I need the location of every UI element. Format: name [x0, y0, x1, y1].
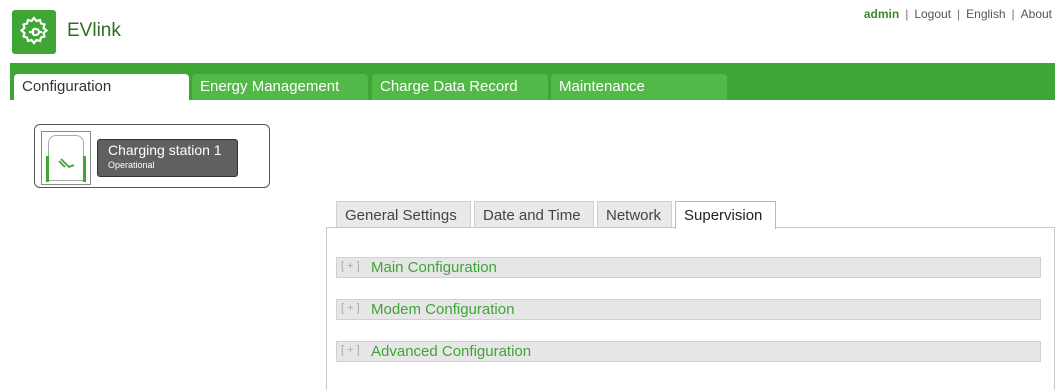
station-status: Operational [108, 160, 155, 170]
tab-general-settings[interactable]: General Settings [336, 201, 471, 228]
separator: | [905, 7, 909, 21]
top-links: admin | Logout | English | About [864, 7, 1052, 21]
evlink-logo [12, 10, 56, 54]
charging-station-icon [41, 131, 91, 185]
tab-charge-data-record[interactable]: Charge Data Record [372, 74, 548, 100]
section-title[interactable]: Modem Configuration [371, 301, 514, 318]
section-advanced-configuration[interactable]: [ + ] Advanced Configuration [336, 341, 1041, 362]
tab-supervision[interactable]: Supervision [675, 201, 776, 229]
gear-plug-icon [19, 16, 49, 45]
section-title[interactable]: Main Configuration [371, 259, 497, 276]
tab-configuration[interactable]: Configuration [14, 74, 189, 100]
tab-date-and-time[interactable]: Date and Time [474, 201, 594, 228]
tab-maintenance[interactable]: Maintenance [551, 74, 727, 100]
expand-icon[interactable]: [ + ] [341, 260, 360, 272]
logout-link[interactable]: Logout [914, 7, 951, 21]
station-name: Charging station 1 [108, 142, 222, 158]
section-main-configuration[interactable]: [ + ] Main Configuration [336, 257, 1041, 278]
current-user: admin [863, 7, 900, 21]
station-card[interactable]: Charging station 1 Operational [34, 124, 270, 188]
about-link[interactable]: About [1021, 7, 1052, 21]
language-link[interactable]: English [966, 7, 1005, 21]
tab-energy-management[interactable]: Energy Management [192, 74, 368, 100]
section-title[interactable]: Advanced Configuration [371, 343, 531, 360]
separator: | [957, 7, 961, 21]
separator: | [1011, 7, 1015, 21]
expand-icon[interactable]: [ + ] [341, 344, 360, 356]
expand-icon[interactable]: [ + ] [341, 302, 360, 314]
app-title: EVlink [67, 20, 121, 41]
section-modem-configuration[interactable]: [ + ] Modem Configuration [336, 299, 1041, 320]
station-label[interactable]: Charging station 1 Operational [97, 139, 238, 177]
tab-network[interactable]: Network [597, 201, 672, 228]
